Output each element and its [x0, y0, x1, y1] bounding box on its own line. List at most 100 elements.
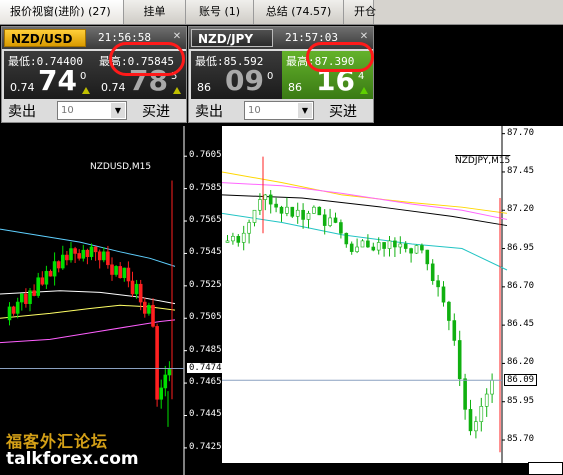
- candle-body: [65, 254, 69, 261]
- tab-orders[interactable]: 挂单: [124, 0, 186, 24]
- candle-body: [425, 249, 430, 265]
- highlight-circle: [306, 42, 374, 72]
- y-tick-label: 85.95: [507, 395, 535, 406]
- price-big: 09: [225, 64, 264, 97]
- candle-body: [28, 290, 32, 304]
- candle-body: [441, 286, 446, 303]
- close-icon[interactable]: ✕: [171, 31, 183, 43]
- candle-body: [11, 306, 16, 314]
- chart-nzdusd[interactable]: NZDUSD,M15 0.7605 0.7585 0.7565 0.7545 0.752…: [0, 126, 225, 475]
- price-prefix: 86: [197, 81, 211, 94]
- candle-body: [85, 249, 90, 257]
- sell-price-box[interactable]: 最低:0.74400 0.74 74 0: [4, 51, 95, 99]
- candle-body: [143, 301, 147, 314]
- candle-body: [322, 214, 327, 226]
- candle-body: [44, 270, 49, 285]
- candle-body: [89, 246, 94, 257]
- candle-body: [110, 264, 114, 275]
- candle-body: [258, 199, 262, 211]
- candle-body: [73, 248, 77, 254]
- candle-body: [19, 293, 24, 303]
- chevron-down-icon[interactable]: ▼: [298, 103, 312, 118]
- y-tick-label: 0.7585: [189, 182, 222, 193]
- price-prefix: 86: [288, 81, 302, 94]
- candle-body: [360, 240, 365, 248]
- candle-body: [81, 249, 86, 259]
- candle-body: [231, 235, 235, 242]
- amount-select[interactable]: 10 ▼: [57, 101, 127, 120]
- candle-body: [93, 246, 98, 253]
- current-price-label: 0.7474: [186, 362, 225, 375]
- price-pip: 0: [80, 71, 87, 82]
- candle-body: [24, 293, 28, 304]
- candle-body: [420, 245, 424, 251]
- candle-body: [414, 245, 419, 254]
- tab-account[interactable]: 账号 (1): [186, 0, 254, 24]
- candle-body: [409, 248, 413, 254]
- y-tick-label: 0.7605: [189, 150, 222, 161]
- candle-body: [430, 263, 435, 282]
- symbol-label[interactable]: NZD/USD: [4, 29, 86, 47]
- candle-body: [382, 242, 386, 249]
- buy-button[interactable]: 买进: [142, 101, 170, 121]
- watermark-en: talkforex.com: [6, 449, 139, 469]
- candle-body: [274, 203, 278, 208]
- candle-body: [48, 270, 53, 277]
- y-tick-label: 85.70: [507, 434, 535, 445]
- candle-body: [268, 194, 273, 205]
- y-tick-label: 0.7505: [189, 312, 222, 323]
- price-pip: 4: [358, 71, 365, 82]
- candle-body: [333, 217, 338, 223]
- candle-body: [317, 206, 322, 216]
- y-tick-label: 0.7485: [189, 344, 222, 355]
- candle-body: [398, 243, 403, 248]
- buy-button[interactable]: 买进: [329, 101, 357, 121]
- tab-open-positions[interactable]: 开仓: [344, 0, 376, 24]
- candle-body: [40, 277, 45, 285]
- candle-body: [403, 243, 408, 249]
- candle-body: [32, 290, 36, 296]
- up-arrow-icon: [360, 87, 368, 94]
- chart-nzdjpy[interactable]: NZDJPY,M15 87.70 87.45 87.20 86.95 86.70 86.4…: [222, 126, 563, 463]
- panel-footer: 卖出 10 ▼ 买进: [2, 100, 186, 122]
- sell-button[interactable]: 卖出: [8, 101, 36, 121]
- tab-summary[interactable]: 总结 (74.57): [254, 0, 344, 24]
- candle-body: [290, 206, 295, 217]
- y-tick-label: 0.7445: [189, 409, 222, 420]
- candle-body: [371, 246, 376, 251]
- candle-body: [474, 421, 478, 432]
- symbol-label[interactable]: NZD/JPY: [191, 29, 273, 47]
- candle-body: [15, 301, 20, 314]
- candle-body: [155, 326, 159, 400]
- current-price-label: 86.09: [504, 374, 538, 387]
- price-prefix: 0.74: [10, 81, 35, 94]
- candle-body: [225, 240, 230, 243]
- candle-body: [312, 206, 316, 214]
- candle-body: [159, 387, 163, 400]
- amount-select[interactable]: 10 ▼: [244, 101, 314, 120]
- candle-body: [56, 261, 61, 269]
- y-tick-label: 86.95: [507, 242, 535, 253]
- amount-value: 10: [61, 105, 74, 116]
- candle-body: [252, 209, 257, 223]
- candle-body: [114, 266, 118, 275]
- sell-price-box[interactable]: 最低:85.592 86 09 0: [191, 51, 282, 99]
- y-tick-label: 87.70: [507, 127, 535, 138]
- chevron-down-icon[interactable]: ▼: [111, 103, 125, 118]
- y-tick-label: 87.45: [507, 165, 535, 176]
- chart-canvas[interactable]: [0, 126, 222, 475]
- candle-body: [301, 209, 305, 220]
- chart-canvas[interactable]: [222, 126, 563, 463]
- tab-quote-window[interactable]: 报价视窗(进阶) (27): [0, 0, 124, 24]
- candle-body: [102, 251, 106, 261]
- candle-body: [151, 304, 155, 327]
- sell-button[interactable]: 卖出: [195, 101, 223, 121]
- candle-body: [263, 194, 268, 200]
- y-tick-label: 86.70: [507, 280, 535, 291]
- y-tick-label: 87.20: [507, 204, 535, 215]
- candle-body: [490, 379, 494, 395]
- candle-body: [163, 374, 168, 389]
- candle-body: [285, 206, 289, 214]
- candle-body: [118, 266, 122, 279]
- candle-body: [366, 240, 370, 248]
